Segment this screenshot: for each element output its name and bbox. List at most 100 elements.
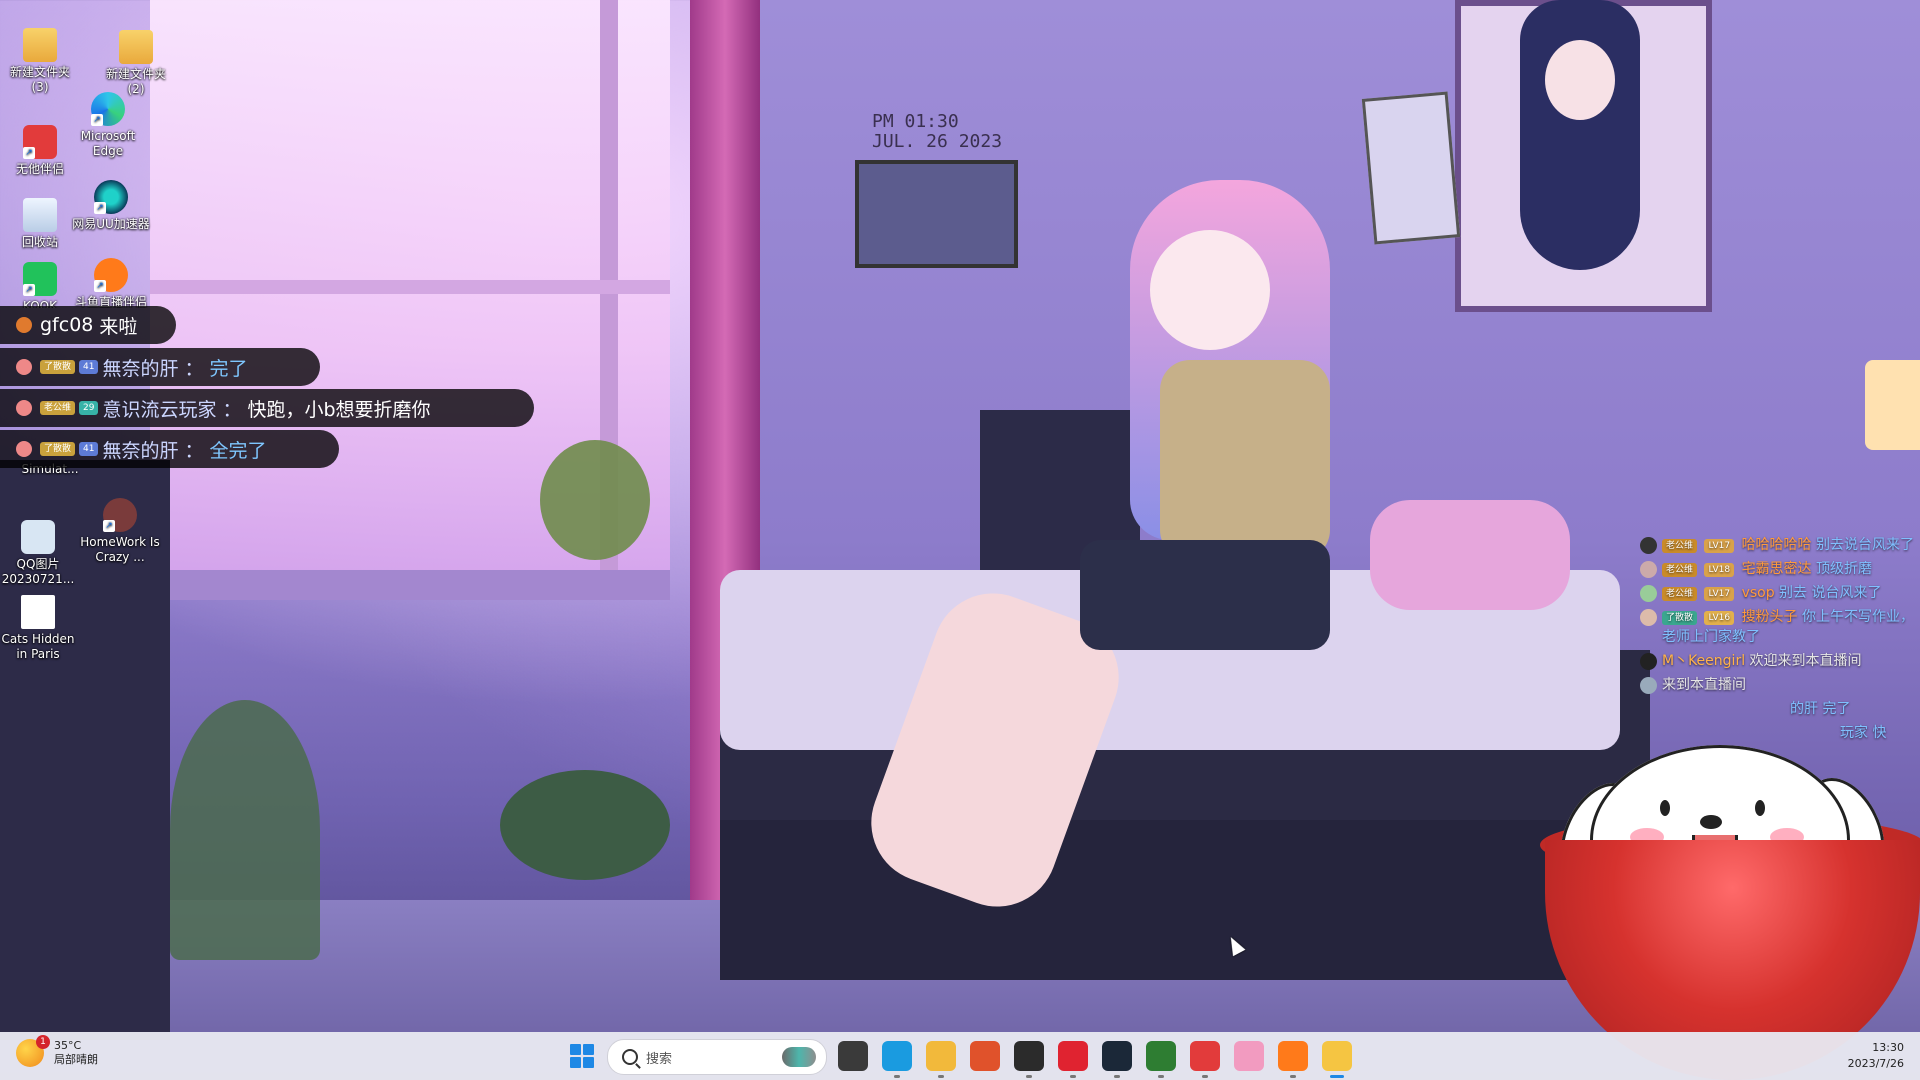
- search-highlight-icon: [782, 1047, 816, 1067]
- kook-icon: ↗: [23, 262, 57, 296]
- chat-message: 老公维 LV17 哈哈哈哈哈 别去说台风来了: [1640, 535, 1920, 555]
- shortcut-arrow-icon: ↗: [23, 147, 35, 159]
- desktop-icon-label: QQ图片 20230721...: [1, 557, 75, 586]
- chat-message: 来到本直播间: [1640, 675, 1920, 695]
- mascot-nose: [1700, 815, 1722, 829]
- running-indicator: [894, 1075, 900, 1078]
- wuta-app-icon[interactable]: [1190, 1041, 1220, 1071]
- wallpaper-plant: [540, 440, 650, 560]
- start-button[interactable]: [570, 1044, 594, 1068]
- danmaku-entry: 了散散 41 無奈的肝 ： 完了: [0, 348, 320, 386]
- level-badge: LV16: [1704, 611, 1735, 625]
- danmaku-message: 快跑，小b想要折磨你: [247, 398, 431, 421]
- desktop-icon-label: Microsoft Edge: [80, 129, 136, 158]
- mascot-eye: [1755, 800, 1765, 816]
- weather-text: 35°C 局部晴朗: [54, 1039, 98, 1067]
- user-avatar: [16, 359, 32, 375]
- desktop-icon-label: Cats Hidden in Paris: [1, 632, 75, 661]
- desktop-icon-qq-image[interactable]: QQ图片 20230721...: [0, 520, 76, 587]
- taskbar: 1 35°C 局部晴朗 搜索 13:30 2023/7/26: [0, 1032, 1920, 1080]
- steam-icon[interactable]: [1102, 1041, 1132, 1071]
- wallpaper-lamp: [1865, 360, 1920, 450]
- chat-text: 顶级折磨: [1816, 561, 1873, 577]
- desktop-icon-cats-hidden[interactable]: Cats Hidden in Paris: [0, 595, 76, 662]
- level-badge: 41: [79, 360, 99, 374]
- user-avatar: [1640, 537, 1657, 554]
- chat-text: 的肝 完了: [1790, 701, 1851, 717]
- search-placeholder: 搜索: [646, 1051, 673, 1067]
- wallpaper-poster-face: [1545, 40, 1615, 120]
- desktop-icon-edge[interactable]: ↗ Microsoft Edge: [68, 92, 148, 159]
- desktop-icon-label: 网易UU加速器: [72, 217, 150, 231]
- wallpaper-picture-frame: [1361, 91, 1461, 245]
- bird-app-icon[interactable]: [970, 1041, 1000, 1071]
- desktop-icon-homework[interactable]: ↗ HomeWork Is Crazy ...: [80, 498, 160, 565]
- wallpaper-window-frame: [150, 280, 670, 294]
- fan-badge: 老公维: [1662, 587, 1698, 601]
- user-avatar: [1640, 561, 1657, 578]
- game-icon: ↗: [103, 498, 137, 532]
- danmaku-user: 意识流云玩家: [102, 398, 217, 421]
- level-badge: LV17: [1704, 539, 1735, 553]
- vpn-app-icon[interactable]: [1146, 1041, 1176, 1071]
- desktop-icon-label: 无他伴侣: [15, 162, 64, 176]
- edge-icon[interactable]: [882, 1041, 912, 1071]
- windows-logo-icon: [570, 1044, 581, 1055]
- system-clock[interactable]: 13:30 2023/7/26: [1848, 1040, 1904, 1072]
- desktop-icon-folder-2[interactable]: 新建文件夹 (2): [96, 30, 176, 97]
- level-badge: LV17: [1704, 587, 1735, 601]
- search-icon: [622, 1049, 638, 1065]
- shortcut-arrow-icon: ↗: [23, 284, 35, 296]
- chat-message: 的肝 完了: [1640, 699, 1920, 719]
- mascot-eye: [1660, 800, 1670, 816]
- chat-message: 老公维 LV17 vsop 别去 说台风来了: [1640, 583, 1920, 603]
- user-avatar: [16, 317, 32, 333]
- weather-temperature: 35°C: [54, 1039, 82, 1052]
- level-badge: 29: [79, 401, 99, 415]
- clock-time: 13:30: [1872, 1041, 1904, 1054]
- shortcut-arrow-icon: ↗: [94, 202, 106, 214]
- weather-sun-icon: 1: [16, 1035, 50, 1067]
- chat-text: 来到本直播间: [1662, 677, 1746, 693]
- chat-user: vsop: [1741, 585, 1775, 601]
- recycle-bin-icon: [23, 198, 57, 232]
- wallpaper-sill: [150, 570, 670, 600]
- chat-text: 玩家 快: [1840, 725, 1887, 741]
- file-explorer-icon[interactable]: [926, 1041, 956, 1071]
- chat-message: 了散散 LV16 搜粉头子 你上午不写作业，老师上门家教了: [1640, 607, 1920, 647]
- weather-description: 局部晴朗: [54, 1053, 98, 1066]
- fan-badge: 了散散: [1662, 611, 1698, 625]
- wallpaper-clock-date: JUL. 26 2023: [872, 131, 1003, 152]
- running-indicator: [1158, 1075, 1164, 1078]
- level-badge: LV18: [1704, 563, 1735, 577]
- wallpaper-pillow: [1370, 500, 1570, 610]
- running-indicator: [1114, 1075, 1120, 1078]
- desktop-icon-folder-3[interactable]: 新建文件夹 (3): [0, 28, 80, 95]
- danmaku-separator: ：: [184, 439, 204, 462]
- weather-widget[interactable]: 1 35°C 局部晴朗: [16, 1035, 98, 1067]
- douyu-icon: ↗: [94, 258, 128, 292]
- desktop-icon-label: 新建文件夹 (3): [9, 65, 70, 94]
- fan-badge: 老公维: [40, 401, 76, 415]
- pink-app-icon[interactable]: [1234, 1041, 1264, 1071]
- level-badge: 41: [79, 442, 99, 456]
- desktop-icon-douyu[interactable]: ↗ 斗鱼直播伴侣: [66, 258, 156, 308]
- danmaku-message: 全完了: [209, 439, 267, 462]
- douyu-icon[interactable]: [1278, 1041, 1308, 1071]
- danmaku-user: gfc08: [40, 314, 94, 336]
- image-file-icon: [21, 520, 55, 554]
- mascot-app-icon[interactable]: [1322, 1041, 1352, 1071]
- task-view-icon[interactable]: [838, 1041, 868, 1071]
- desktop-icon-uu[interactable]: ↗ 网易UU加速器: [70, 180, 152, 232]
- user-avatar: [16, 441, 32, 457]
- desktop-icon-recycle-bin[interactable]: 回收站: [0, 198, 80, 250]
- shortcut-arrow-icon: ↗: [103, 520, 115, 532]
- notification-badge: 1: [36, 1035, 50, 1049]
- taskbar-search[interactable]: 搜索: [607, 1039, 827, 1075]
- running-indicator: [1026, 1075, 1032, 1078]
- netease-music-icon[interactable]: [1058, 1041, 1088, 1071]
- wallpaper-girl-skirt: [1080, 540, 1330, 650]
- wallpaper-clock-time: PM 01:30: [872, 111, 959, 132]
- user-avatar: [1640, 609, 1657, 626]
- recorder-app-icon[interactable]: [1014, 1041, 1044, 1071]
